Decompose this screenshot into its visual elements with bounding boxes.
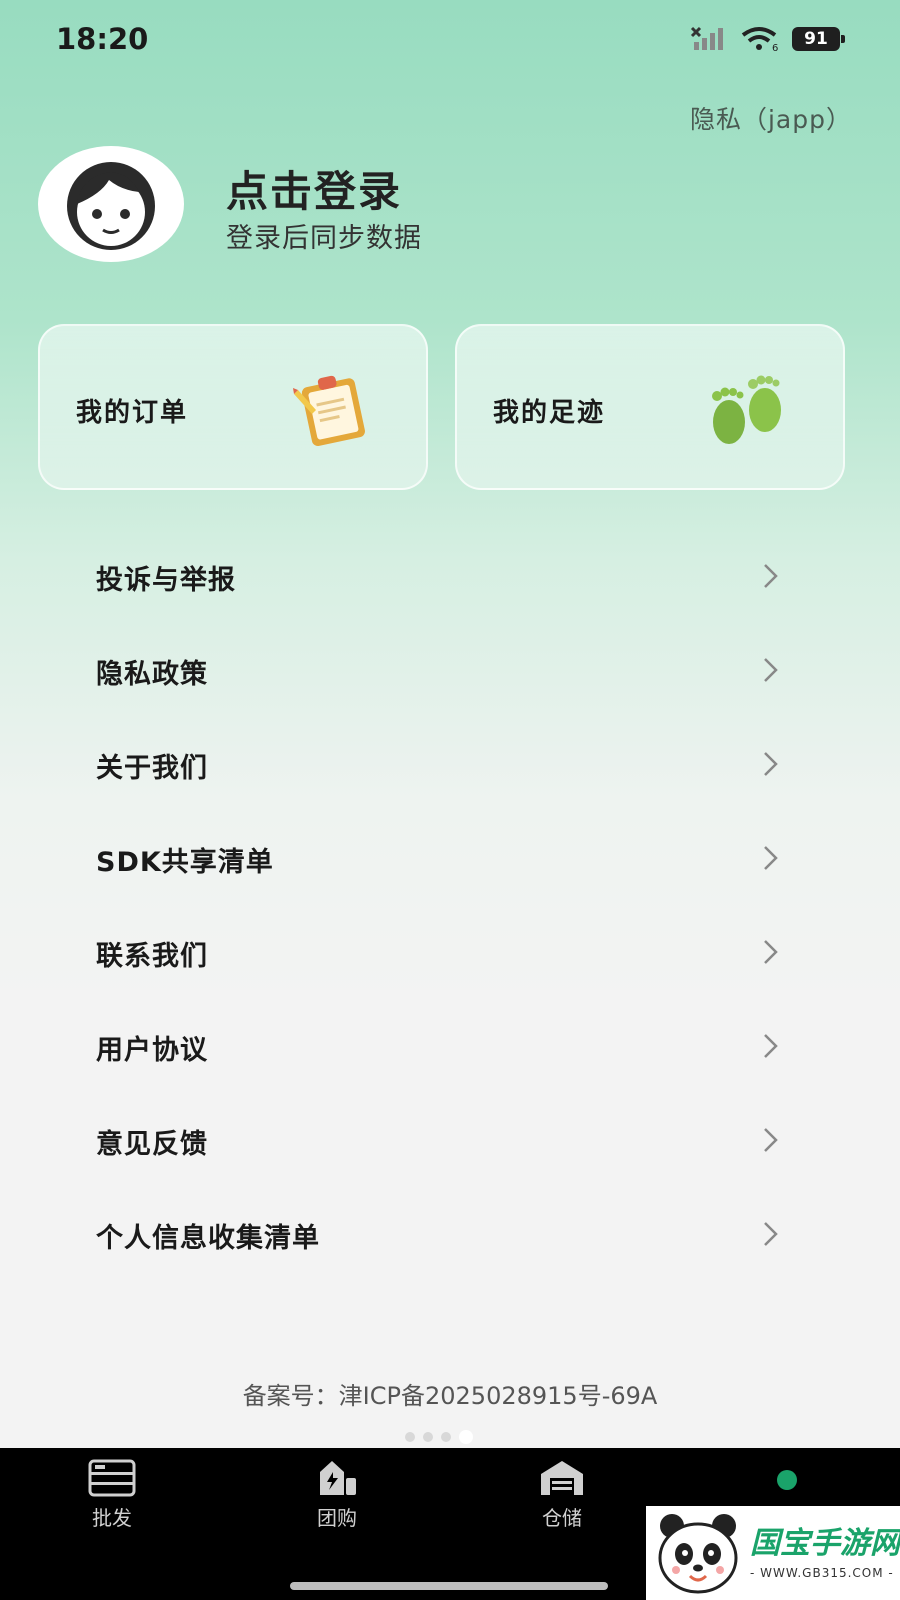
menu-item-label: 意见反馈: [96, 1129, 208, 1160]
chevron-right-icon: [762, 656, 780, 688]
tab-profile[interactable]: [727, 1458, 847, 1502]
my-orders-label: 我的订单: [76, 398, 189, 428]
chevron-right-icon: [762, 1126, 780, 1158]
menu-item-label: 投诉与举报: [96, 565, 236, 596]
menu-list: 投诉与举报 隐私政策 关于我们 SDK共享清单 联系我们 用户协议 意见反馈 个…: [0, 528, 900, 1280]
status-bar: 18:20 6 91: [0, 0, 900, 84]
avatar-face-icon: [67, 162, 155, 250]
menu-item-label: SDK共享清单: [96, 847, 274, 878]
menu-item-about-us[interactable]: 关于我们: [0, 716, 900, 810]
clipboard-icon: [292, 370, 376, 452]
tab-wholesale[interactable]: 批发: [52, 1458, 172, 1531]
tab-label: 仓储: [542, 1506, 582, 1530]
menu-item-privacy-policy[interactable]: 隐私政策: [0, 622, 900, 716]
wholesale-icon: [88, 1459, 136, 1497]
chevron-right-icon: [762, 844, 780, 876]
menu-item-contact-us[interactable]: 联系我们: [0, 904, 900, 998]
menu-item-label: 关于我们: [96, 753, 208, 784]
warehouse-icon: [541, 1461, 583, 1495]
menu-item-personal-info-list[interactable]: 个人信息收集清单: [0, 1186, 900, 1280]
login-subtitle: 登录后同步数据: [226, 223, 422, 254]
wifi-icon: 6: [740, 26, 780, 52]
tab-warehouse[interactable]: 仓储: [502, 1458, 622, 1531]
panda-logo-icon: [658, 1514, 738, 1594]
page-indicator: [405, 1430, 473, 1444]
page-dot: [405, 1432, 415, 1442]
page-dot: [441, 1432, 451, 1442]
page-dot-active: [459, 1430, 473, 1444]
chevron-right-icon: [762, 750, 780, 782]
icp-record: 备案号：津ICP备2025028915号-69A: [242, 1382, 658, 1410]
privacy-link[interactable]: 隐私（japp）: [690, 100, 852, 136]
watermark-url: - WWW.GB315.COM -: [750, 1566, 894, 1580]
tab-label: 批发: [92, 1506, 132, 1530]
page-dot: [423, 1432, 433, 1442]
my-footprints-label: 我的足迹: [493, 398, 606, 428]
menu-item-user-agreement[interactable]: 用户协议: [0, 998, 900, 1092]
menu-item-complaint[interactable]: 投诉与举报: [0, 528, 900, 622]
menu-item-label: 个人信息收集清单: [96, 1223, 320, 1254]
status-time: 18:20: [56, 22, 149, 56]
menu-item-feedback[interactable]: 意见反馈: [0, 1092, 900, 1186]
signal-icon: [690, 26, 728, 52]
profile-icon: [777, 1470, 797, 1490]
my-orders-card[interactable]: 我的订单: [38, 324, 428, 490]
svg-text:6: 6: [772, 43, 778, 52]
home-indicator[interactable]: [290, 1582, 608, 1590]
chevron-right-icon: [762, 1220, 780, 1252]
chevron-right-icon: [762, 562, 780, 594]
chevron-right-icon: [762, 1032, 780, 1064]
avatar[interactable]: [38, 146, 184, 262]
tab-label: 团购: [317, 1506, 357, 1530]
menu-item-sdk-list[interactable]: SDK共享清单: [0, 810, 900, 904]
menu-item-label: 隐私政策: [96, 659, 208, 690]
battery-icon: 91: [792, 27, 845, 51]
menu-item-label: 用户协议: [96, 1035, 208, 1066]
my-footprints-card[interactable]: 我的足迹: [455, 324, 845, 490]
group-buy-icon: [320, 1461, 356, 1495]
tab-group-buy[interactable]: 团购: [277, 1458, 397, 1531]
watermark-name: 国宝手游网: [750, 1526, 900, 1561]
login-title[interactable]: 点击登录: [226, 158, 402, 219]
status-icons: 6 91: [690, 26, 845, 52]
chevron-right-icon: [762, 938, 780, 970]
footprints-icon: [703, 370, 793, 454]
watermark: 国宝手游网 - WWW.GB315.COM -: [646, 1506, 900, 1600]
menu-item-label: 联系我们: [96, 941, 208, 972]
